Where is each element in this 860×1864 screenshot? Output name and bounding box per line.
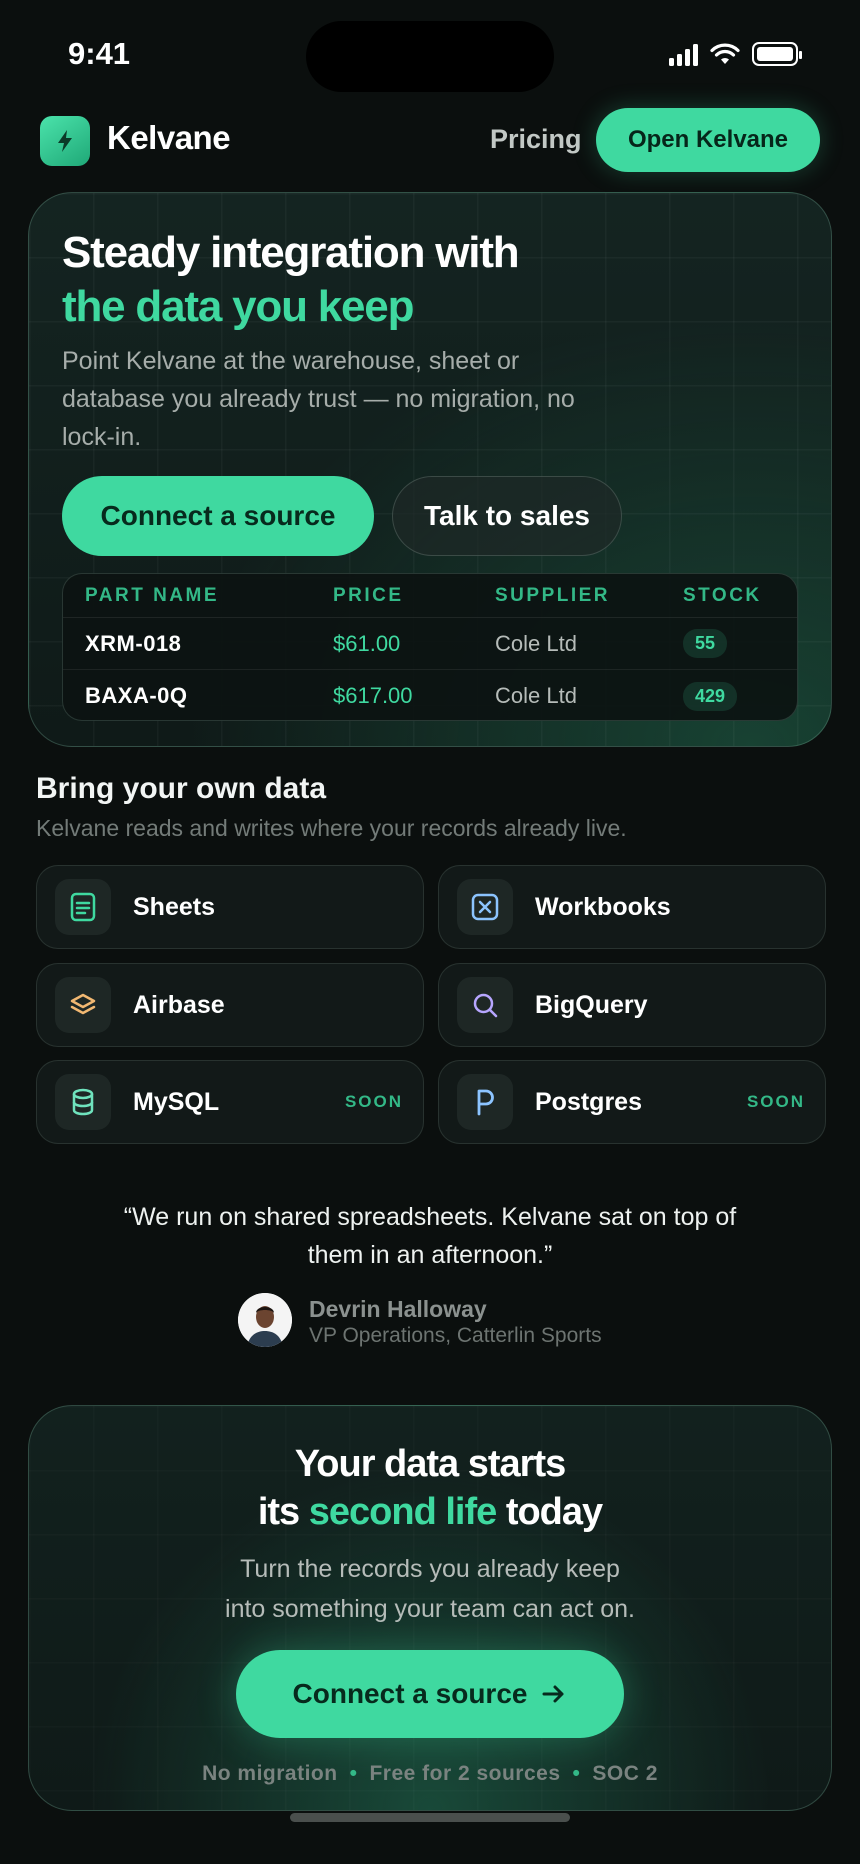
cell-part: BAXA-0Q bbox=[85, 683, 188, 708]
hero-subtitle: Point Kelvane at the warehouse, sheet or… bbox=[62, 347, 575, 451]
postgres-icon bbox=[457, 1074, 513, 1130]
testimonial-quote: “We run on shared spreadsheets. Kelvane … bbox=[123, 1203, 737, 1269]
status-time: 9:41 bbox=[68, 36, 131, 71]
cta-title: Your data starts its second life today bbox=[28, 1440, 832, 1536]
header-supplier: SUPPLIER bbox=[495, 584, 611, 606]
cta-footer: No migration • Free for 2 sources • SOC 2 bbox=[28, 1762, 832, 1786]
source-tile-mysql[interactable]: MySQL SOON bbox=[36, 1060, 424, 1144]
sources-title: Bring your own data bbox=[36, 772, 327, 805]
dynamic-island bbox=[306, 21, 554, 92]
source-tile-airbase[interactable]: Airbase bbox=[36, 963, 424, 1047]
source-name: Airbase bbox=[133, 990, 225, 1019]
open-app-button[interactable]: Open Kelvane bbox=[596, 108, 820, 172]
source-name: Sheets bbox=[133, 892, 215, 921]
table-row[interactable]: XRM-018 $61.00 Cole Ltd 55 bbox=[63, 618, 797, 670]
footer-item-migration: No migration bbox=[202, 1762, 338, 1785]
battery-icon bbox=[752, 42, 802, 66]
table-header: PART NAME PRICE SUPPLIER STOCK bbox=[63, 574, 797, 618]
source-tile-bigquery[interactable]: BigQuery bbox=[438, 963, 826, 1047]
cell-part: XRM-018 bbox=[85, 630, 182, 656]
cta-title-accent: second life bbox=[308, 1491, 497, 1533]
source-tile-workbooks[interactable]: Workbooks bbox=[438, 865, 826, 949]
source-name: BigQuery bbox=[535, 990, 648, 1019]
sources-subtitle: Kelvane reads and writes where your reco… bbox=[36, 815, 627, 841]
table-row[interactable]: BAXA-0Q $617.00 Cole Ltd 429 bbox=[63, 670, 797, 720]
cell-price: $61.00 bbox=[333, 630, 401, 656]
search-icon bbox=[457, 977, 513, 1033]
soon-badge: SOON bbox=[746, 1092, 805, 1111]
cta-button-label: Connect a source bbox=[292, 1678, 528, 1709]
cta-title-line2: its second life today bbox=[28, 1488, 832, 1536]
source-tile-postgres[interactable]: Postgres SOON bbox=[438, 1060, 826, 1144]
stock-badge: 429 bbox=[683, 681, 738, 711]
talk-to-sales-button[interactable]: Talk to sales bbox=[392, 476, 622, 556]
stock-badge: 55 bbox=[683, 629, 728, 658]
cell-supplier: Cole Ltd bbox=[495, 683, 577, 708]
header-part: PART NAME bbox=[85, 584, 220, 606]
dot-separator: • bbox=[349, 1762, 358, 1785]
pricing-link[interactable]: Pricing bbox=[490, 124, 582, 155]
header-price: PRICE bbox=[333, 584, 404, 606]
soon-badge: SOON bbox=[344, 1092, 403, 1111]
layers-icon bbox=[55, 977, 111, 1033]
hero-title-accent: the data you keep bbox=[62, 282, 414, 331]
cta-title-post: today bbox=[505, 1491, 603, 1533]
testimonial-name: Devrin Halloway bbox=[309, 1296, 487, 1322]
home-indicator[interactable] bbox=[290, 1813, 570, 1822]
cta-subtitle-line2: into something your team can act on. bbox=[225, 1595, 635, 1623]
cta-subtitle: Turn the records you already keep into s… bbox=[28, 1549, 832, 1629]
signal-icon bbox=[669, 42, 698, 66]
status-icons bbox=[669, 42, 802, 66]
arrow-right-icon bbox=[542, 1685, 564, 1703]
cell-supplier: Cole Ltd bbox=[495, 630, 577, 656]
logo-icon[interactable] bbox=[40, 116, 90, 166]
dot-separator: • bbox=[572, 1762, 581, 1785]
footer-item-free: Free for 2 sources bbox=[369, 1762, 561, 1785]
source-name: Workbooks bbox=[535, 892, 671, 921]
source-tile-sheets[interactable]: Sheets bbox=[36, 865, 424, 949]
sheet-icon bbox=[55, 879, 111, 935]
database-icon bbox=[55, 1074, 111, 1130]
source-name: Postgres bbox=[535, 1087, 642, 1116]
hero-title: Steady integration with the data you kee… bbox=[62, 226, 520, 334]
brand-name[interactable]: Kelvane bbox=[107, 119, 231, 157]
connect-source-button[interactable]: Connect a source bbox=[62, 476, 374, 556]
wifi-icon bbox=[710, 43, 740, 64]
hero-title-line1: Steady integration with bbox=[62, 228, 520, 277]
cta-connect-source-button[interactable]: Connect a source bbox=[236, 1650, 624, 1738]
parts-table: PART NAME PRICE SUPPLIER STOCK XRM-018 $… bbox=[62, 573, 798, 721]
source-name: MySQL bbox=[133, 1087, 220, 1116]
avatar bbox=[238, 1293, 292, 1347]
footer-item-soc2: SOC 2 bbox=[592, 1762, 658, 1785]
cell-price: $617.00 bbox=[333, 683, 413, 708]
cta-title-line1: Your data starts bbox=[294, 1443, 566, 1485]
testimonial-role: VP Operations, Catterlin Sports bbox=[309, 1324, 602, 1347]
header-stock: STOCK bbox=[683, 584, 762, 606]
workbook-icon bbox=[457, 879, 513, 935]
cta-subtitle-line1: Turn the records you already keep bbox=[240, 1555, 620, 1583]
cta-title-pre: its bbox=[257, 1491, 300, 1533]
